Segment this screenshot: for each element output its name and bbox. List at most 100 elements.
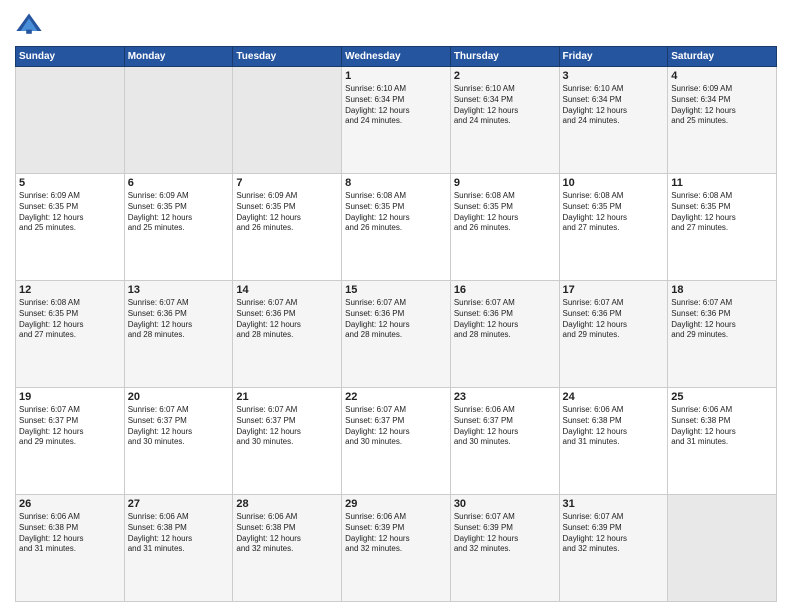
calendar-cell: 3 Sunrise: 6:10 AM Sunset: 6:34 PM Daylig… xyxy=(559,67,668,174)
calendar-cell xyxy=(668,495,777,602)
calendar-cell: 22 Sunrise: 6:07 AM Sunset: 6:37 PM Dayli… xyxy=(342,388,451,495)
day-info: Sunrise: 6:06 AM Sunset: 6:38 PM Dayligh… xyxy=(19,512,121,555)
day-info: Sunrise: 6:06 AM Sunset: 6:38 PM Dayligh… xyxy=(128,512,230,555)
day-number: 28 xyxy=(236,498,338,510)
day-info: Sunrise: 6:09 AM Sunset: 6:35 PM Dayligh… xyxy=(128,191,230,234)
calendar-cell: 9 Sunrise: 6:08 AM Sunset: 6:35 PM Daylig… xyxy=(450,174,559,281)
day-info: Sunrise: 6:06 AM Sunset: 6:38 PM Dayligh… xyxy=(563,405,665,448)
calendar-cell: 26 Sunrise: 6:06 AM Sunset: 6:38 PM Dayli… xyxy=(16,495,125,602)
calendar-cell: 5Sunrise: 6:09 AM Sunset: 6:35 PM Daylig… xyxy=(16,174,125,281)
calendar-cell xyxy=(233,67,342,174)
day-number: 13 xyxy=(128,284,230,296)
day-info: Sunrise: 6:07 AM Sunset: 6:37 PM Dayligh… xyxy=(236,405,338,448)
day-number: 20 xyxy=(128,391,230,403)
calendar-cell: 13 Sunrise: 6:07 AM Sunset: 6:36 PM Dayli… xyxy=(124,281,233,388)
day-info: Sunrise: 6:06 AM Sunset: 6:39 PM Dayligh… xyxy=(345,512,447,555)
day-info: Sunrise: 6:10 AM Sunset: 6:34 PM Dayligh… xyxy=(454,84,556,127)
day-number: 23 xyxy=(454,391,556,403)
day-info: Sunrise: 6:10 AM Sunset: 6:34 PM Dayligh… xyxy=(563,84,665,127)
calendar-cell: 16 Sunrise: 6:07 AM Sunset: 6:36 PM Dayli… xyxy=(450,281,559,388)
day-number: 29 xyxy=(345,498,447,510)
calendar-table: SundayMondayTuesdayWednesdayThursdayFrid… xyxy=(15,46,777,602)
day-number: 21 xyxy=(236,391,338,403)
day-number: 15 xyxy=(345,284,447,296)
calendar-cell: 14Sunrise: 6:07 AM Sunset: 6:36 PM Dayli… xyxy=(233,281,342,388)
day-info: Sunrise: 6:09 AM Sunset: 6:34 PM Dayligh… xyxy=(671,84,773,127)
calendar-cell: 30 Sunrise: 6:07 AM Sunset: 6:39 PM Dayli… xyxy=(450,495,559,602)
calendar-week-0: 1Sunrise: 6:10 AM Sunset: 6:34 PM Daylig… xyxy=(16,67,777,174)
day-number: 10 xyxy=(563,177,665,189)
calendar-cell: 2 Sunrise: 6:10 AM Sunset: 6:34 PM Daylig… xyxy=(450,67,559,174)
day-number: 6 xyxy=(128,177,230,189)
day-number: 31 xyxy=(563,498,665,510)
day-number: 7 xyxy=(236,177,338,189)
day-number: 4 xyxy=(671,70,773,82)
day-number: 18 xyxy=(671,284,773,296)
day-info: Sunrise: 6:07 AM Sunset: 6:36 PM Dayligh… xyxy=(454,298,556,341)
day-info: Sunrise: 6:07 AM Sunset: 6:37 PM Dayligh… xyxy=(19,405,121,448)
calendar-cell: 11 Sunrise: 6:08 AM Sunset: 6:35 PM Dayli… xyxy=(668,174,777,281)
calendar-cell xyxy=(16,67,125,174)
logo-icon xyxy=(15,10,43,38)
day-info: Sunrise: 6:09 AM Sunset: 6:35 PM Dayligh… xyxy=(236,191,338,234)
day-number: 26 xyxy=(19,498,121,510)
day-number: 22 xyxy=(345,391,447,403)
day-number: 12 xyxy=(19,284,121,296)
calendar-cell: 28 Sunrise: 6:06 AM Sunset: 6:38 PM Dayli… xyxy=(233,495,342,602)
day-info: Sunrise: 6:08 AM Sunset: 6:35 PM Dayligh… xyxy=(671,191,773,234)
calendar-header-monday: Monday xyxy=(124,47,233,67)
day-info: Sunrise: 6:07 AM Sunset: 6:39 PM Dayligh… xyxy=(454,512,556,555)
day-info: Sunrise: 6:08 AM Sunset: 6:35 PM Dayligh… xyxy=(345,191,447,234)
calendar-cell: 25Sunrise: 6:06 AM Sunset: 6:38 PM Dayli… xyxy=(668,388,777,495)
day-info: Sunrise: 6:07 AM Sunset: 6:39 PM Dayligh… xyxy=(563,512,665,555)
day-number: 27 xyxy=(128,498,230,510)
day-number: 17 xyxy=(563,284,665,296)
day-number: 5 xyxy=(19,177,121,189)
calendar-week-4: 26 Sunrise: 6:06 AM Sunset: 6:38 PM Dayli… xyxy=(16,495,777,602)
day-info: Sunrise: 6:07 AM Sunset: 6:36 PM Dayligh… xyxy=(345,298,447,341)
calendar-week-1: 5 Sunrise: 6:09 AM Sunset: 6:35 PM Daylig… xyxy=(16,174,777,281)
day-number: 24 xyxy=(563,391,665,403)
day-number: 16 xyxy=(454,284,556,296)
calendar-header-row: SundayMondayTuesdayWednesdayThursdayFrid… xyxy=(16,47,777,67)
day-info: Sunrise: 6:07 AM Sunset: 6:36 PM Dayligh… xyxy=(236,298,338,341)
calendar-header-sunday: Sunday xyxy=(16,47,125,67)
header xyxy=(15,10,777,38)
day-info: Sunrise: 6:06 AM Sunset: 6:37 PM Dayligh… xyxy=(454,405,556,448)
day-info: Sunrise: 6:10 AM Sunset: 6:34 PM Dayligh… xyxy=(345,84,447,127)
calendar-cell: 29 Sunrise: 6:06 AM Sunset: 6:39 PM Dayli… xyxy=(342,495,451,602)
calendar-cell: 4 Sunrise: 6:09 AM Sunset: 6:34 PM Daylig… xyxy=(668,67,777,174)
calendar-cell: 6 Sunrise: 6:09 AM Sunset: 6:35 PM Daylig… xyxy=(124,174,233,281)
calendar-week-3: 19Sunrise: 6:07 AM Sunset: 6:37 PM Dayli… xyxy=(16,388,777,495)
day-number: 3 xyxy=(563,70,665,82)
calendar-cell: 15 Sunrise: 6:07 AM Sunset: 6:36 PM Dayli… xyxy=(342,281,451,388)
calendar-header-wednesday: Wednesday xyxy=(342,47,451,67)
day-number: 11 xyxy=(671,177,773,189)
calendar-cell xyxy=(124,67,233,174)
day-info: Sunrise: 6:07 AM Sunset: 6:37 PM Dayligh… xyxy=(128,405,230,448)
day-info: Sunrise: 6:07 AM Sunset: 6:36 PM Dayligh… xyxy=(128,298,230,341)
calendar-header-tuesday: Tuesday xyxy=(233,47,342,67)
calendar-cell: 31 Sunrise: 6:07 AM Sunset: 6:39 PM Dayli… xyxy=(559,495,668,602)
day-number: 25 xyxy=(671,391,773,403)
day-number: 2 xyxy=(454,70,556,82)
day-info: Sunrise: 6:08 AM Sunset: 6:35 PM Dayligh… xyxy=(19,298,121,341)
calendar-cell: 27 Sunrise: 6:06 AM Sunset: 6:38 PM Dayli… xyxy=(124,495,233,602)
day-info: Sunrise: 6:07 AM Sunset: 6:37 PM Dayligh… xyxy=(345,405,447,448)
calendar-header-friday: Friday xyxy=(559,47,668,67)
calendar-cell: 12 Sunrise: 6:08 AM Sunset: 6:35 PM Dayli… xyxy=(16,281,125,388)
calendar-header-thursday: Thursday xyxy=(450,47,559,67)
calendar-cell: 19Sunrise: 6:07 AM Sunset: 6:37 PM Dayli… xyxy=(16,388,125,495)
calendar-cell: 24 Sunrise: 6:06 AM Sunset: 6:38 PM Dayli… xyxy=(559,388,668,495)
day-number: 30 xyxy=(454,498,556,510)
day-number: 9 xyxy=(454,177,556,189)
day-info: Sunrise: 6:06 AM Sunset: 6:38 PM Dayligh… xyxy=(236,512,338,555)
calendar-cell: 18Sunrise: 6:07 AM Sunset: 6:36 PM Dayli… xyxy=(668,281,777,388)
day-info: Sunrise: 6:08 AM Sunset: 6:35 PM Dayligh… xyxy=(454,191,556,234)
calendar-cell: 8Sunrise: 6:08 AM Sunset: 6:35 PM Daylig… xyxy=(342,174,451,281)
page: SundayMondayTuesdayWednesdayThursdayFrid… xyxy=(0,0,792,612)
calendar-week-2: 12 Sunrise: 6:08 AM Sunset: 6:35 PM Dayli… xyxy=(16,281,777,388)
calendar-cell: 21 Sunrise: 6:07 AM Sunset: 6:37 PM Dayli… xyxy=(233,388,342,495)
calendar-cell: 20 Sunrise: 6:07 AM Sunset: 6:37 PM Dayli… xyxy=(124,388,233,495)
calendar-header-saturday: Saturday xyxy=(668,47,777,67)
